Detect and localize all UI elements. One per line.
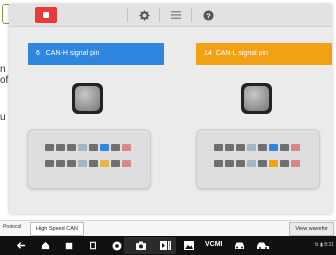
vehicle-button[interactable] <box>232 240 246 251</box>
car-alt-icon <box>257 242 269 249</box>
image-icon <box>184 241 194 250</box>
connector-pin <box>89 160 98 167</box>
connector-pin <box>225 144 234 151</box>
can-h-indicator-light <box>72 83 103 114</box>
indicator-lens <box>75 86 100 111</box>
can-h-pin-banner: 6 CAN-H signal pin <box>28 43 164 65</box>
svg-text:?: ? <box>206 11 211 20</box>
connector-pin <box>247 160 256 167</box>
help-button[interactable]: ? <box>193 7 223 23</box>
pin-number: 6 <box>36 50 40 57</box>
gallery-button[interactable] <box>182 240 196 251</box>
multi-window-button[interactable] <box>86 240 100 251</box>
pin-label: CAN-H signal pin <box>45 50 100 57</box>
indicator-lens <box>244 86 269 111</box>
connector-pin <box>67 160 76 167</box>
connector-pin <box>280 160 289 167</box>
connector-pin <box>45 144 54 151</box>
car-icon <box>234 242 244 249</box>
toolbar-divider <box>159 8 160 22</box>
connector-pin <box>258 144 267 151</box>
pin-label: CAN-L signal pin <box>215 50 268 57</box>
close-button[interactable] <box>35 7 57 23</box>
connector-pin <box>111 144 120 151</box>
connector-pin <box>291 160 300 167</box>
menu-icon <box>171 11 181 19</box>
connector-pin <box>67 144 76 151</box>
connector-pin <box>89 144 98 151</box>
system-navigation-bar: VCMI ⇅ ▮ 8:31 <box>0 236 336 255</box>
camera-icon <box>136 241 146 250</box>
connector-pin <box>236 144 245 151</box>
dialog-toolbar: ? <box>9 4 332 27</box>
status-bar: Protocol High Speed CAN View wavefor <box>0 220 336 236</box>
chrome-icon <box>112 241 122 250</box>
back-icon <box>16 242 25 249</box>
media-button[interactable] <box>158 240 172 251</box>
connector-pin <box>56 160 65 167</box>
protocol-label: Protocol <box>3 224 22 230</box>
toolbar-divider <box>191 8 192 22</box>
connector-pin <box>280 144 289 151</box>
connector-pin <box>269 144 278 151</box>
connector-pin <box>122 160 131 167</box>
obd-connector-diagram-right <box>196 129 320 189</box>
connector-pin <box>291 144 300 151</box>
recents-button[interactable] <box>62 240 76 251</box>
can-l-indicator-light <box>241 83 272 114</box>
connector-pin <box>236 160 245 167</box>
home-button[interactable] <box>38 240 52 251</box>
connector-pin <box>225 160 234 167</box>
connector-pin <box>78 160 87 167</box>
menu-button[interactable] <box>161 7 191 23</box>
connector-pin <box>45 160 54 167</box>
connector-pin <box>100 144 109 151</box>
connector-pin <box>214 160 223 167</box>
vci-icon[interactable]: VCMI <box>205 241 223 248</box>
gear-icon <box>138 9 150 21</box>
connector-pin <box>111 160 120 167</box>
connector-pin <box>78 144 87 151</box>
camera-button[interactable] <box>134 240 148 251</box>
connector-pin <box>258 160 267 167</box>
vehicle-alt-button[interactable] <box>256 240 270 251</box>
view-waveform-button[interactable]: View wavefor <box>289 222 334 236</box>
back-button[interactable] <box>14 240 28 251</box>
connector-pin <box>100 160 109 167</box>
help-icon: ? <box>202 9 214 21</box>
settings-button[interactable] <box>129 7 159 23</box>
background-text: of <box>0 75 9 86</box>
system-tray: ⇅ ▮ 8:31 <box>314 242 334 248</box>
browser-button[interactable] <box>110 240 124 251</box>
obd-connector-diagram-left <box>27 129 151 189</box>
signal-dialog: ? 6 CAN-H signal pin 14 CAN-L signal pin <box>9 4 332 214</box>
connector-pin <box>214 144 223 151</box>
connector-pin <box>269 160 278 167</box>
connector-pin <box>56 144 65 151</box>
media-icon <box>159 241 171 250</box>
toolbar-divider <box>127 8 128 22</box>
background-text: u <box>0 112 6 123</box>
pin-number: 14 <box>204 50 212 57</box>
protocol-value: High Speed CAN <box>30 222 84 236</box>
home-icon <box>41 241 49 250</box>
can-l-pin-banner: 14 CAN-L signal pin <box>196 43 332 65</box>
square-icon <box>65 242 73 249</box>
background-text: n <box>0 64 6 75</box>
connector-pin <box>122 144 131 151</box>
close-icon <box>43 12 49 18</box>
connector-pin <box>247 144 256 151</box>
square-outline-icon <box>90 241 96 250</box>
